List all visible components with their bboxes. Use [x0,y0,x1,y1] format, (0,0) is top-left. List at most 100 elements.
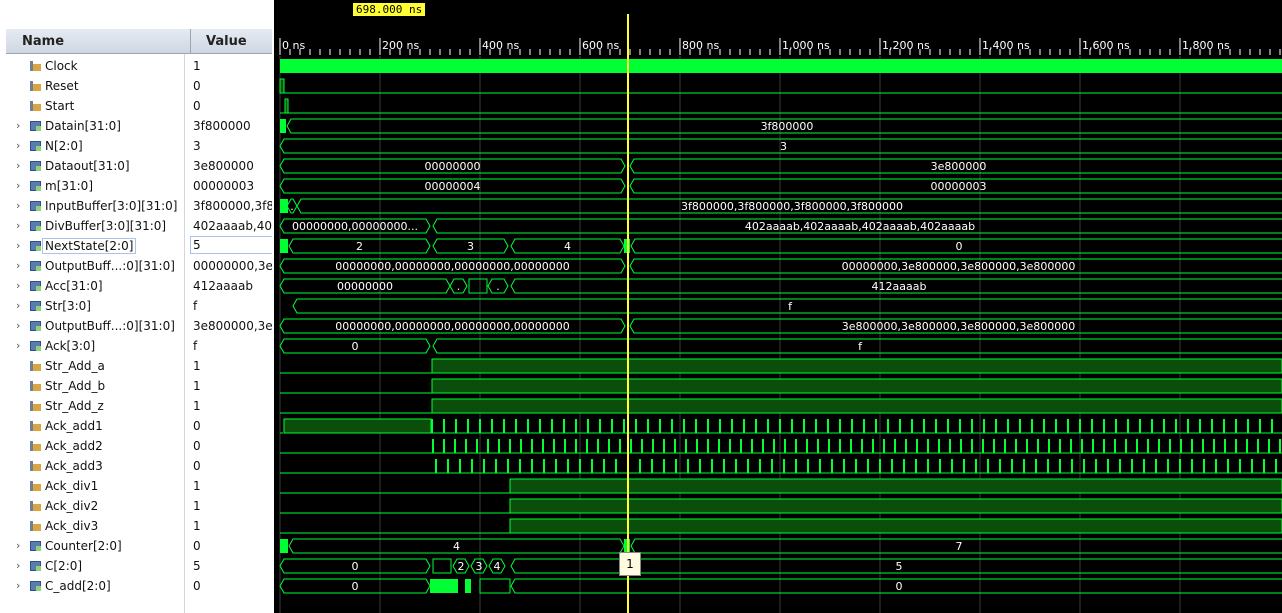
signal-value: 5 [190,236,273,254]
signal-row[interactable]: Clock 1 [6,56,272,76]
signal-row[interactable]: Ack_div1 1 [6,476,272,496]
signal-name[interactable]: DivBuffer[3:0][31:0] [45,219,166,233]
signal-name[interactable]: Str_Add_a [45,359,105,373]
pulse [603,459,605,473]
signal-row[interactable]: › Ack[3:0] f [6,336,272,356]
expand-chevron-icon[interactable]: › [16,259,20,272]
expand-chevron-icon[interactable]: › [16,199,20,212]
signal-name[interactable]: Ack_add3 [45,459,103,473]
ruler-label: 800 ns [682,39,719,52]
pulse [1055,419,1057,433]
signal-name[interactable]: Start [45,99,74,113]
signal-name[interactable]: C[2:0] [45,559,82,573]
waveform-canvas[interactable]: 0 ns 200 ns 400 ns 600 ns 800 ns 1,000 ns 1,20… [275,0,1282,613]
signal-row[interactable]: Reset 0 [6,76,272,96]
signal-row[interactable]: › Acc[31:0] 412aaaab [6,276,272,296]
expand-chevron-icon[interactable]: › [16,319,20,332]
signal-row[interactable]: Ack_add3 0 [6,456,272,476]
pulse [1131,459,1133,473]
signal-row[interactable]: › C_add[2:0] 0 [6,576,272,596]
signal-row[interactable]: Ack_add1 0 [6,416,272,436]
pulse [1047,459,1049,473]
signal-row[interactable]: Start 0 [6,96,272,116]
expand-chevron-icon[interactable]: › [16,219,20,232]
signal-name[interactable]: N[2:0] [45,139,83,153]
signal-row[interactable]: › DivBuffer[3:0][31:0] 402aaaab,40 [6,216,272,236]
cursor-time-label[interactable]: 698.000 ns [353,3,426,16]
signal-name[interactable]: Str_Add_b [45,379,105,393]
expand-chevron-icon[interactable]: › [16,299,20,312]
signal-row[interactable]: › Counter[2:0] 0 [6,536,272,556]
signal-row[interactable]: › N[2:0] 3 [6,136,272,156]
signal-name[interactable]: NextState[2:0] [41,238,137,254]
signal-row[interactable]: › Datain[31:0] 3f800000 [6,116,272,136]
signal-row[interactable]: Ack_div2 1 [6,496,272,516]
pulse [671,419,673,433]
name-column-header[interactable]: Name [22,34,64,49]
signal-name[interactable]: Reset [45,79,79,93]
signal-name[interactable]: Datain[31:0] [45,119,121,133]
waveform-view[interactable]: 0 ns 200 ns 400 ns 600 ns 800 ns 1,000 ns 1,20… [275,0,1282,613]
signal-row[interactable]: › OutputBuff...:0][31:0] 00000000,3e [6,256,272,276]
signal-name[interactable]: m[31:0] [45,179,93,193]
panel-splitter[interactable] [272,0,274,613]
signal-name[interactable]: Acc[31:0] [45,279,103,293]
signal-name[interactable]: Ack_add2 [45,439,103,453]
expand-chevron-icon[interactable]: › [16,239,20,252]
signal-name[interactable]: InputBuffer[3:0][31:0] [45,199,177,213]
signal-row[interactable]: Str_Add_z 1 [6,396,272,416]
signal-name[interactable]: Str[3:0] [45,299,91,313]
signal-name[interactable]: Ack_div1 [45,479,98,493]
signal-row[interactable]: › NextState[2:0] 5 [6,236,273,256]
signal-row[interactable]: Ack_div3 1 [6,516,272,536]
signal-row[interactable]: › InputBuffer[3:0][31:0] 3f800000,3f8 [6,196,272,216]
signal-row[interactable]: › OutputBuff...:0][31:0] 3e800000,3e [6,316,272,336]
column-divider[interactable] [190,29,191,53]
bus-value-label: 3e800000 [931,160,987,173]
pulse [905,439,907,453]
signal-name[interactable]: Ack_div2 [45,499,98,513]
signal-name[interactable]: OutputBuff...:0][31:0] [45,319,175,333]
signal-name[interactable]: Ack_div3 [45,519,98,533]
pulse [731,419,733,433]
signal-name[interactable]: Clock [45,59,78,73]
signal-row[interactable]: › Dataout[31:0] 3e800000 [6,156,272,176]
expand-chevron-icon[interactable]: › [16,159,20,172]
signal-name[interactable]: Str_Add_z [45,399,104,413]
pulse [1048,439,1050,453]
expand-chevron-icon[interactable]: › [16,139,20,152]
signal-row[interactable]: Str_Add_a 1 [6,356,272,376]
pulse [899,419,901,433]
expand-chevron-icon[interactable]: › [16,559,20,572]
bus-value-label: 00000000,3e800000,3e800000,3e800000 [842,260,1076,273]
expand-chevron-icon[interactable]: › [16,339,20,352]
signal-name[interactable]: Dataout[31:0] [45,159,130,173]
pulse [539,419,541,433]
ruler-label: 1,000 ns [782,39,830,52]
signal-name[interactable]: Ack[3:0] [45,339,95,353]
signal-row[interactable]: › C[2:0] 5 [6,556,272,576]
expand-chevron-icon[interactable]: › [16,119,20,132]
signal-value: 1 [193,59,201,73]
pulse [1246,439,1248,453]
expand-chevron-icon[interactable]: › [16,539,20,552]
pulse [555,459,557,473]
signal-name[interactable]: C_add[2:0] [45,579,111,593]
signal-row[interactable]: Ack_add2 0 [6,436,272,456]
pulse [807,459,809,473]
expand-chevron-icon[interactable]: › [16,179,20,192]
value-column-header[interactable]: Value [206,34,247,49]
pulse [635,419,637,433]
signal-row[interactable]: › Str[3:0] f [6,296,272,316]
signal-row[interactable]: › m[31:0] 00000003 [6,176,272,196]
pulse [651,459,653,473]
expand-chevron-icon[interactable]: › [16,579,20,592]
signal-name-panel: Name Value Clock 1 Reset 0 Start 0 › Datain[31:… [0,0,274,613]
signal-row[interactable]: Str_Add_b 1 [6,376,272,396]
ruler-label: 1,800 ns [1182,39,1230,52]
signal-name[interactable]: Ack_add1 [45,419,103,433]
expand-chevron-icon[interactable]: › [16,279,20,292]
signal-name[interactable]: OutputBuff...:0][31:0] [45,259,175,273]
pulse [641,439,643,453]
signal-name[interactable]: Counter[2:0] [45,539,122,553]
